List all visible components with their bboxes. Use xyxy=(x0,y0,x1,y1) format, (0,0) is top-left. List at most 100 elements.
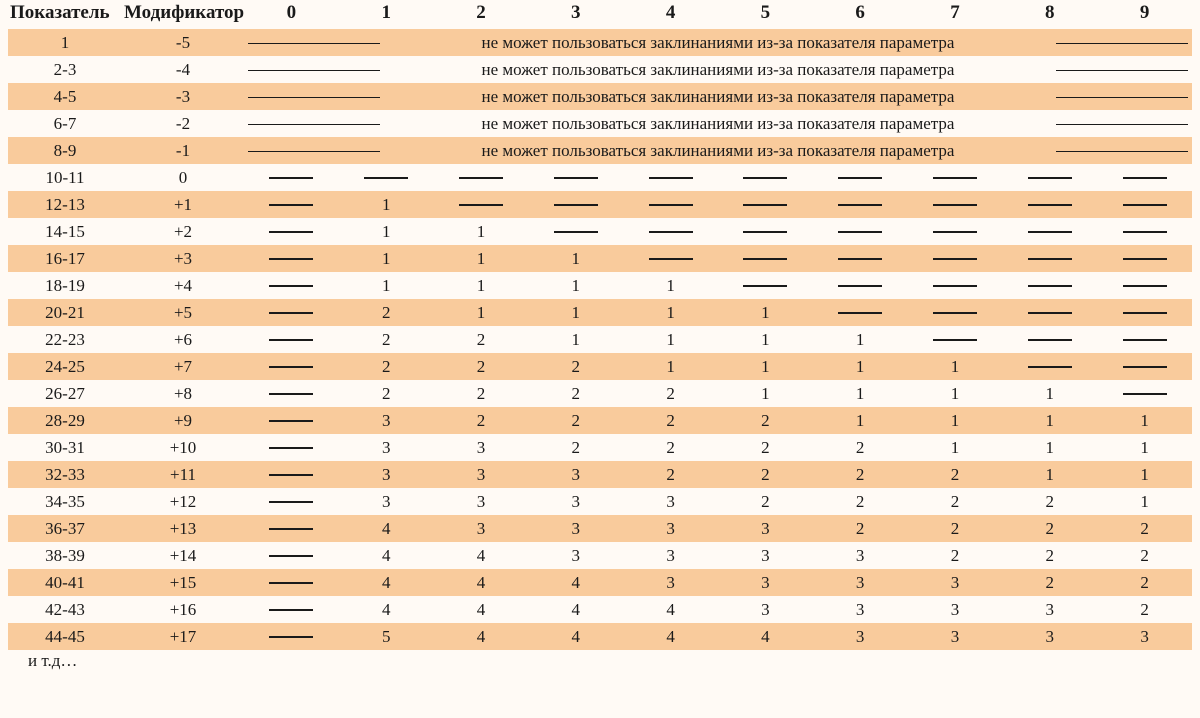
cell-lvl: 1 xyxy=(813,353,908,380)
cell-lvl: 2 xyxy=(623,380,718,407)
cell-mod: -1 xyxy=(122,137,244,164)
cell-mod: -3 xyxy=(122,83,244,110)
cell-lvl xyxy=(244,596,339,623)
cell-stat: 16-17 xyxy=(8,245,122,272)
cell-lvl xyxy=(244,623,339,650)
cell-stat: 4-5 xyxy=(8,83,122,110)
cell-lvl: 4 xyxy=(434,542,529,569)
cell-lvl xyxy=(623,218,718,245)
cell-lvl xyxy=(908,299,1003,326)
dash-icon xyxy=(838,177,882,179)
cell-stat: 1 xyxy=(8,29,122,56)
bonus-spells-table: Показатель Модификатор 0 1 2 3 4 5 6 7 8… xyxy=(8,0,1192,672)
dash-icon xyxy=(269,501,313,503)
dash-icon xyxy=(649,177,693,179)
cell-lvl xyxy=(908,164,1003,191)
dash-icon xyxy=(838,312,882,314)
dash-icon xyxy=(364,177,408,179)
dash-icon xyxy=(269,258,313,260)
cell-lvl xyxy=(528,191,623,218)
cell-lvl xyxy=(244,164,339,191)
table-row: 2-3-4не может пользоваться заклинаниями … xyxy=(8,56,1192,83)
cell-lvl: 3 xyxy=(528,461,623,488)
dash-icon xyxy=(269,420,313,422)
col-header-lvl-3: 3 xyxy=(528,0,623,29)
cell-lvl: 2 xyxy=(908,488,1003,515)
cell-lvl xyxy=(244,218,339,245)
dash-icon xyxy=(933,339,977,341)
cell-lvl: 3 xyxy=(623,515,718,542)
cell-lvl: 2 xyxy=(623,461,718,488)
cell-lvl: 1 xyxy=(339,272,434,299)
cell-lvl xyxy=(244,353,339,380)
table-row: 42-43+16444433332 xyxy=(8,596,1192,623)
table-row: 26-27+822221111 xyxy=(8,380,1192,407)
dash-icon xyxy=(649,204,693,206)
cell-lvl: 3 xyxy=(908,569,1003,596)
cannot-cast-text: не может пользоваться заклинаниями из-за… xyxy=(476,141,961,161)
dash-icon xyxy=(1123,339,1167,341)
col-header-lvl-6: 6 xyxy=(813,0,908,29)
dash-icon xyxy=(838,285,882,287)
cell-lvl: 3 xyxy=(718,542,813,569)
cell-mod: +17 xyxy=(122,623,244,650)
cell-lvl: 2 xyxy=(1097,596,1192,623)
table-row: 8-9-1не может пользоваться заклинаниями … xyxy=(8,137,1192,164)
dash-icon xyxy=(1123,204,1167,206)
cell-mod: +16 xyxy=(122,596,244,623)
cell-lvl: 2 xyxy=(718,407,813,434)
cell-lvl: 2 xyxy=(813,461,908,488)
cell-lvl xyxy=(1097,164,1192,191)
cell-stat: 18-19 xyxy=(8,272,122,299)
cell-mod: 0 xyxy=(122,164,244,191)
cell-lvl xyxy=(623,245,718,272)
cell-lvl xyxy=(1002,326,1097,353)
cell-mod: +8 xyxy=(122,380,244,407)
cell-lvl: 3 xyxy=(339,488,434,515)
cell-lvl xyxy=(339,164,434,191)
table-row: 14-15+211 xyxy=(8,218,1192,245)
cell-lvl xyxy=(813,299,908,326)
cell-cannot-cast: не может пользоваться заклинаниями из-за… xyxy=(244,56,1192,83)
cell-stat: 26-27 xyxy=(8,380,122,407)
cell-mod: +9 xyxy=(122,407,244,434)
cell-lvl: 3 xyxy=(528,542,623,569)
cell-stat: 2-3 xyxy=(8,56,122,83)
table-row: 32-33+11333222211 xyxy=(8,461,1192,488)
cell-lvl xyxy=(1002,191,1097,218)
cell-lvl: 3 xyxy=(623,542,718,569)
cell-lvl xyxy=(1097,299,1192,326)
cell-lvl: 2 xyxy=(908,515,1003,542)
cell-lvl: 2 xyxy=(1097,542,1192,569)
cell-lvl: 1 xyxy=(908,407,1003,434)
table-row: 28-29+9322221111 xyxy=(8,407,1192,434)
cell-mod: +14 xyxy=(122,542,244,569)
cell-lvl: 2 xyxy=(339,380,434,407)
cell-lvl: 1 xyxy=(1097,488,1192,515)
dash-icon xyxy=(269,204,313,206)
cell-mod: +15 xyxy=(122,569,244,596)
cell-lvl: 3 xyxy=(528,488,623,515)
cell-lvl xyxy=(244,569,339,596)
cell-lvl: 4 xyxy=(528,623,623,650)
dash-icon xyxy=(1028,258,1072,260)
table-row: 4-5-3не может пользоваться заклинаниями … xyxy=(8,83,1192,110)
cell-lvl xyxy=(1002,164,1097,191)
cell-lvl: 1 xyxy=(623,272,718,299)
cell-lvl: 3 xyxy=(718,596,813,623)
cell-lvl: 4 xyxy=(339,515,434,542)
cell-lvl xyxy=(1097,380,1192,407)
dash-icon xyxy=(838,258,882,260)
cell-lvl: 3 xyxy=(908,596,1003,623)
cell-lvl xyxy=(813,272,908,299)
table-row: 16-17+3111 xyxy=(8,245,1192,272)
col-header-lvl-4: 4 xyxy=(623,0,718,29)
cell-lvl: 3 xyxy=(813,569,908,596)
cell-lvl: 1 xyxy=(813,407,908,434)
cell-lvl: 2 xyxy=(339,299,434,326)
cell-lvl: 3 xyxy=(339,461,434,488)
dash-icon xyxy=(269,528,313,530)
cell-lvl: 2 xyxy=(528,353,623,380)
cell-lvl: 1 xyxy=(1002,461,1097,488)
dash-icon xyxy=(933,204,977,206)
